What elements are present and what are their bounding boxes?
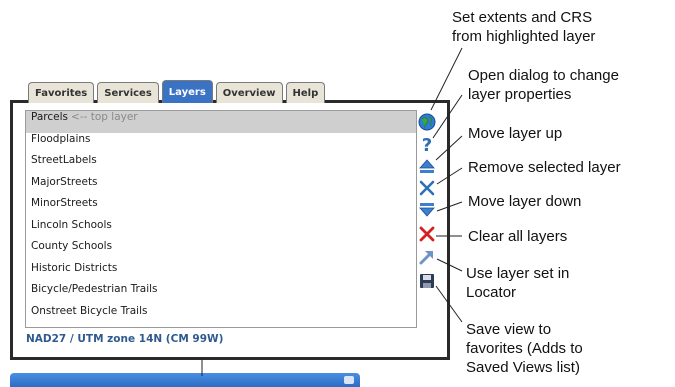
callout-line: Save view to [466,321,552,338]
callout-line: Use layer set in [466,265,570,282]
callout-line: Locator [466,284,517,301]
callout-remove: Remove selected layer [468,158,621,177]
callout-save: Save view to favorites (Adds to Saved Vi… [466,320,583,377]
callout-line: layer properties [468,86,572,103]
leader-remove [436,167,463,185]
callout-locator: Use layer set in Locator [466,264,569,302]
leader-properties [432,94,463,139]
leader-move-down [436,201,463,212]
callout-line: Remove selected layer [468,159,621,176]
callout-line: favorites (Adds to [466,340,583,357]
leader-locator [436,258,463,272]
callout-properties: Open dialog to change layer properties [468,66,619,104]
leader-save [435,285,463,323]
leader-extents [430,47,463,111]
callout-line: Set extents and CRS [452,9,593,26]
leader-move-up [435,135,463,161]
callout-line: Clear all layers [468,228,568,245]
callout-clear: Clear all layers [468,227,567,246]
callout-line: from highlighted layer [452,28,596,45]
callout-line: Move layer up [468,125,563,142]
callout-extents: Set extents and CRS from highlighted lay… [452,8,595,46]
callout-line: Move layer down [468,193,582,210]
callout-move-up: Move layer up [468,124,562,143]
callout-move-down: Move layer down [468,192,581,211]
callout-line: Saved Views list) [466,359,580,376]
callout-line: Open dialog to change [468,67,619,84]
